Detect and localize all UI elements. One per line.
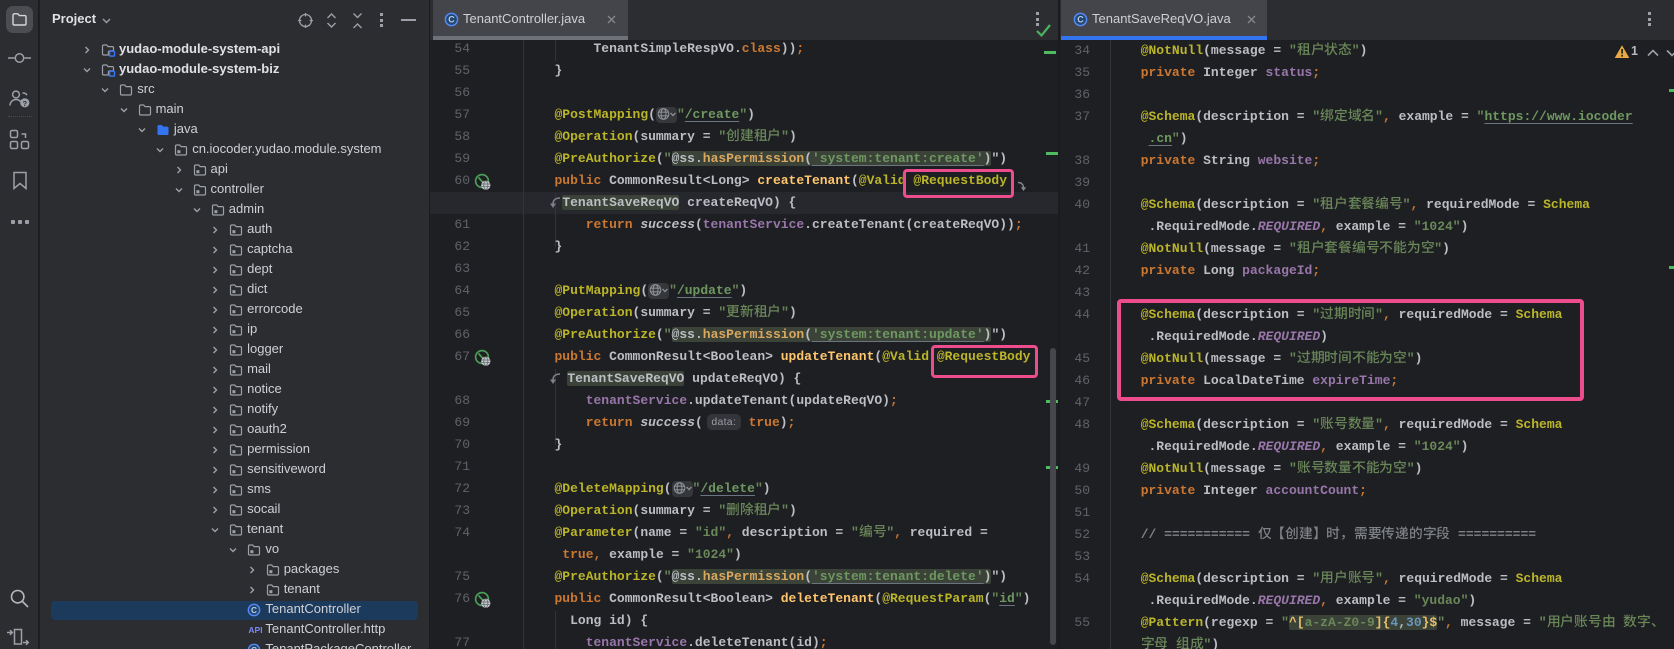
svg-text:C: C — [448, 15, 455, 25]
svg-text:?: ? — [23, 99, 28, 108]
svg-text:C: C — [251, 605, 257, 615]
svg-text:C: C — [251, 645, 257, 649]
svg-text:C: C — [1077, 15, 1084, 25]
